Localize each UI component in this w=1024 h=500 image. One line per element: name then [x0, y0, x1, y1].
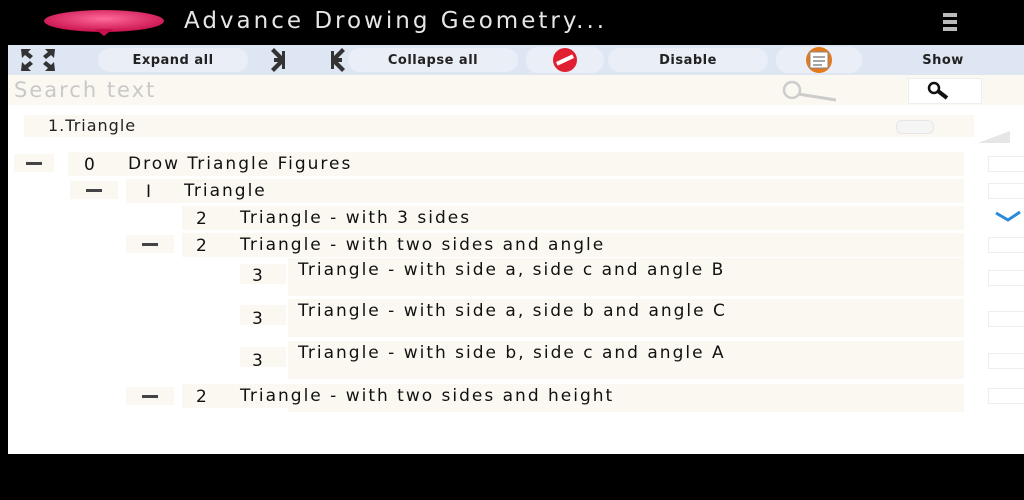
tree-level: I: [146, 182, 152, 202]
tree-level: 2: [196, 387, 207, 407]
app-logo-icon: [44, 10, 164, 36]
disable-button[interactable]: Disable: [608, 48, 768, 72]
tree-label: Triangle - with side a, side c and angle…: [298, 260, 726, 280]
tree-row[interactable]: 2 Triangle - with 3 sides: [8, 204, 1024, 230]
tree-row[interactable]: 2 Triangle - with two sides and height: [8, 382, 1024, 414]
tree-row[interactable]: 0 Drow Triangle Figures: [8, 150, 1024, 176]
collapse-toggle[interactable]: [126, 235, 174, 253]
search-icon: [782, 80, 837, 102]
no-entry-icon[interactable]: [526, 47, 604, 73]
tree-level: 3: [252, 351, 263, 371]
collapse-arrows-icon[interactable]: [270, 47, 346, 73]
tree-level: 3: [252, 309, 263, 329]
tree-label: Triangle - with two sides and height: [240, 386, 615, 406]
app-title: Advance Drowing Geometry...: [184, 8, 608, 34]
collapse-toggle[interactable]: [126, 387, 174, 405]
tree-label: Triangle: [184, 181, 267, 201]
title-bar: Advance Drowing Geometry...: [8, 0, 1024, 45]
tree-label: Triangle - with side b, side c and angle…: [298, 343, 726, 363]
expand-arrows-icon[interactable]: [18, 47, 58, 73]
checkmark-icon[interactable]: [994, 210, 1022, 222]
expand-all-button[interactable]: Expand all: [98, 48, 248, 72]
collapse-toggle[interactable]: [70, 181, 118, 199]
row-checkbox[interactable]: [988, 353, 1024, 369]
level-background: [240, 305, 286, 325]
tree-level: 3: [252, 266, 263, 286]
tree-row[interactable]: 3 Triangle - with side a, side c and ang…: [8, 258, 1024, 298]
tree-label: Triangle - with 3 sides: [240, 208, 472, 228]
row-checkbox[interactable]: [988, 388, 1024, 404]
scroll-indicator: [978, 131, 1010, 143]
dropdown-selected: 1.Triangle: [48, 116, 137, 135]
collapse-toggle[interactable]: [14, 154, 54, 172]
tree-row[interactable]: 3 Triangle - with side b, side c and ang…: [8, 341, 1024, 381]
bottom-bar: [0, 454, 1024, 500]
tree-row[interactable]: 3 Triangle - with side a, side b and ang…: [8, 299, 1024, 339]
row-checkbox[interactable]: [988, 183, 1024, 199]
category-dropdown[interactable]: 1.Triangle: [24, 115, 974, 137]
tree-row[interactable]: I Triangle: [8, 177, 1024, 203]
tree-label: Triangle - with side a, side b and angle…: [298, 301, 727, 321]
main-panel: Expand all Collapse all Disable Show Sea…: [8, 45, 1024, 454]
magnifier-icon: [927, 81, 949, 100]
document-icon[interactable]: [776, 47, 862, 73]
row-checkbox[interactable]: [988, 156, 1024, 172]
search-input[interactable]: [14, 77, 846, 103]
tree-label: Drow Triangle Figures: [128, 154, 353, 174]
search-button[interactable]: [908, 78, 982, 104]
tree-level: 0: [84, 155, 95, 175]
overflow-menu-icon[interactable]: [943, 13, 957, 31]
row-checkbox[interactable]: [988, 311, 1024, 327]
level-background: [240, 347, 286, 367]
row-background-tail: [288, 408, 964, 412]
row-checkbox[interactable]: [988, 237, 1024, 253]
tree-level: 2: [196, 209, 207, 229]
row-checkbox[interactable]: [988, 270, 1024, 286]
level-background: [240, 264, 286, 284]
search-bar: [8, 75, 1024, 105]
show-button[interactable]: Show: [868, 48, 1018, 72]
dropdown-toggle[interactable]: [896, 120, 934, 134]
collapse-all-button[interactable]: Collapse all: [348, 48, 518, 72]
tree-label: Triangle - with two sides and angle: [240, 235, 606, 255]
tree-level: 2: [196, 236, 207, 256]
tree-row[interactable]: 2 Triangle - with two sides and angle: [8, 231, 1024, 257]
toolbar: Expand all Collapse all Disable Show: [8, 45, 1024, 75]
